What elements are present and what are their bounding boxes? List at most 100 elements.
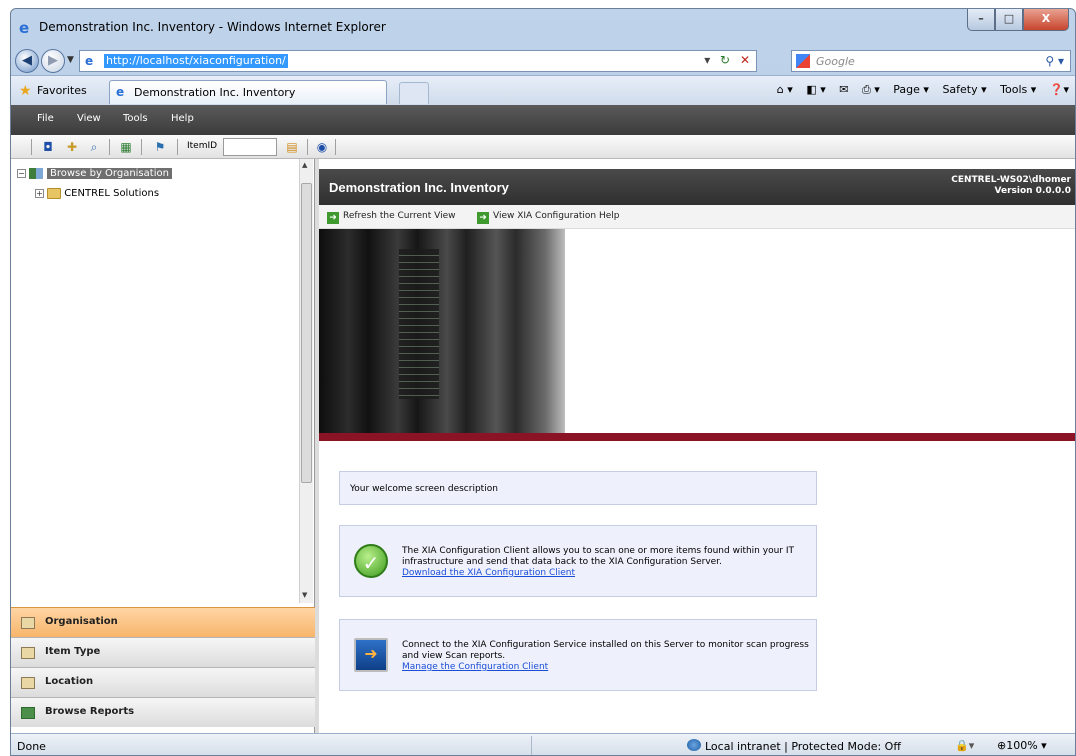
- itemid-input[interactable]: [223, 138, 277, 156]
- scroll-up-icon[interactable]: ▲: [302, 161, 307, 169]
- toolbar-separator: [31, 139, 32, 155]
- search-placeholder: Google: [816, 55, 855, 68]
- nav-accordion: Organisation Item Type Location Browse R…: [11, 607, 315, 727]
- address-url[interactable]: http://localhost/xiaconfiguration/: [104, 54, 288, 68]
- security-zone-label: Local intranet | Protected Mode: Off: [705, 740, 901, 753]
- view-help-link[interactable]: ➜ View XIA Configuration Help: [477, 211, 619, 224]
- favorites-bar: ★ Favorites e Demonstration Inc. Invento…: [11, 75, 1075, 105]
- back-button[interactable]: ◀: [15, 49, 39, 73]
- folder-icon: [47, 187, 61, 199]
- security-zone[interactable]: Local intranet | Protected Mode: Off: [687, 739, 901, 753]
- maximize-button[interactable]: □: [995, 9, 1023, 31]
- search-icon[interactable]: ⚲ ▾: [1045, 54, 1064, 68]
- feeds-icon[interactable]: ◧ ▾: [806, 83, 825, 96]
- folder-icon: [21, 617, 35, 629]
- close-button[interactable]: X: [1023, 9, 1069, 31]
- globe-icon: [687, 739, 701, 751]
- tab-label: Demonstration Inc. Inventory: [134, 86, 296, 99]
- help-icon[interactable]: ◉: [313, 138, 331, 156]
- accordion-organisation[interactable]: Organisation: [11, 607, 315, 637]
- address-dropdown-icon[interactable]: ▾: [704, 53, 710, 67]
- version-line: Version 0.0.0.0: [994, 186, 1072, 196]
- view-help-label: View XIA Configuration Help: [493, 211, 620, 221]
- refresh-view-link[interactable]: ➜ Refresh the Current View: [327, 211, 456, 224]
- refresh-icon[interactable]: ↻: [720, 53, 730, 67]
- accordion-item-type[interactable]: Item Type: [11, 637, 315, 667]
- help-icon[interactable]: ❓▾: [1050, 83, 1069, 96]
- stop-icon[interactable]: ✕: [740, 53, 750, 67]
- page-menu[interactable]: Page ▾: [893, 83, 929, 96]
- address-row: ◀ ▶ ▼ e http://localhost/xiaconfiguratio…: [11, 47, 1075, 75]
- download-client-link[interactable]: Download the XIA Configuration Client: [402, 568, 812, 579]
- protected-mode-icon[interactable]: 🔒▾: [955, 739, 974, 752]
- safety-menu[interactable]: Safety ▾: [942, 83, 986, 96]
- menu-tools[interactable]: Tools: [123, 113, 148, 124]
- tools-menu[interactable]: Tools ▾: [1000, 83, 1036, 96]
- favorites-button[interactable]: ★ Favorites: [15, 80, 93, 102]
- accordion-label: Item Type: [45, 646, 101, 657]
- export-icon[interactable]: ▦: [117, 138, 135, 156]
- command-bar: ⌂ ▾ ◧ ▾ ✉ ⎙ ▾ Page ▾ Safety ▾ Tools ▾ ❓▾: [767, 83, 1069, 97]
- folder-icon: [21, 647, 35, 659]
- monitor-icon: ➜: [354, 638, 388, 672]
- tree-scrollbar[interactable]: ▲ ▼: [299, 159, 313, 603]
- scrollbar-thumb[interactable]: [301, 183, 312, 483]
- accordion-location[interactable]: Location: [11, 667, 315, 697]
- client-card-text: The XIA Configuration Client allows you …: [402, 546, 794, 567]
- mail-icon[interactable]: ✉: [839, 83, 848, 96]
- menu-file[interactable]: File: [37, 113, 54, 124]
- home-icon[interactable]: ⌂ ▾: [777, 83, 793, 96]
- menu-help[interactable]: Help: [171, 113, 194, 124]
- checkmark-icon: ✓: [354, 544, 388, 578]
- search-items-icon[interactable]: ⌕: [85, 138, 103, 156]
- tab-active[interactable]: e Demonstration Inc. Inventory: [109, 80, 387, 104]
- menu-view[interactable]: View: [77, 113, 101, 124]
- page-title: Demonstration Inc. Inventory: [329, 180, 509, 195]
- refresh-view-label: Refresh the Current View: [343, 211, 456, 221]
- zoom-level[interactable]: ⊕100% ▾: [997, 739, 1047, 752]
- welcome-text: Your welcome screen description: [350, 484, 498, 494]
- open-item-icon[interactable]: ▤: [283, 138, 301, 156]
- toolbar-separator: [141, 139, 142, 155]
- main-content: Demonstration Inc. Inventory CENTREL-WS0…: [319, 159, 1075, 733]
- favorites-label: Favorites: [37, 84, 87, 97]
- client-card-body: The XIA Configuration Client allows you …: [402, 546, 812, 579]
- app-toolbar: ◘ ✚ ⌕ ▦ ⚑ ItemID ▤ ◉: [11, 135, 1075, 159]
- tree-child-label[interactable]: CENTREL Solutions: [64, 188, 159, 199]
- arrow-right-icon: ➜: [477, 212, 489, 224]
- scroll-down-icon[interactable]: ▼: [302, 591, 307, 599]
- save-icon[interactable]: ◘: [39, 138, 57, 156]
- tree-root-label[interactable]: Browse by Organisation: [47, 168, 172, 179]
- toolbar-separator: [307, 139, 308, 155]
- title-bar: e Demonstration Inc. Inventory - Windows…: [11, 9, 1075, 47]
- status-text: Done: [17, 740, 46, 753]
- collapse-icon[interactable]: −: [17, 168, 26, 178]
- manage-client-link[interactable]: Manage the Configuration Client: [402, 662, 812, 673]
- address-bar[interactable]: e http://localhost/xiaconfiguration/ ▾ ↻…: [79, 50, 757, 72]
- arrow-right-icon: ➜: [327, 212, 339, 224]
- accordion-label: Browse Reports: [45, 706, 135, 717]
- tree-node-centrel[interactable]: + CENTREL Solutions: [35, 187, 159, 201]
- history-dropdown-icon[interactable]: ▼: [67, 55, 74, 65]
- tree-node-root[interactable]: − Browse by Organisation: [17, 167, 172, 181]
- toolbar-separator: [109, 139, 110, 155]
- tab-ie-icon: e: [116, 85, 125, 99]
- expand-icon[interactable]: +: [35, 188, 44, 198]
- search-box[interactable]: Google ⚲ ▾: [791, 50, 1071, 72]
- welcome-card: Your welcome screen description: [339, 471, 817, 505]
- new-tab-button[interactable]: [399, 82, 429, 104]
- add-icon[interactable]: ✚: [63, 138, 81, 156]
- star-icon: ★: [19, 83, 32, 99]
- banner: [319, 229, 1075, 433]
- user-info: CENTREL-WS02\dhomer Version 0.0.0.0: [951, 175, 1071, 197]
- window-title: Demonstration Inc. Inventory - Windows I…: [39, 20, 386, 34]
- action-bar: ➜ Refresh the Current View ➜ View XIA Conf…: [319, 205, 1075, 229]
- network-icon[interactable]: ⚑: [151, 138, 169, 156]
- client-card: ✓ The XIA Configuration Client allows yo…: [339, 525, 817, 597]
- forward-button[interactable]: ▶: [41, 49, 65, 73]
- accordion-label: Location: [45, 676, 94, 687]
- accordion-browse-reports[interactable]: Browse Reports: [11, 697, 315, 727]
- print-icon[interactable]: ⎙ ▾: [862, 83, 880, 96]
- minimize-button[interactable]: –: [967, 9, 995, 31]
- itemid-label: ItemID: [187, 141, 218, 151]
